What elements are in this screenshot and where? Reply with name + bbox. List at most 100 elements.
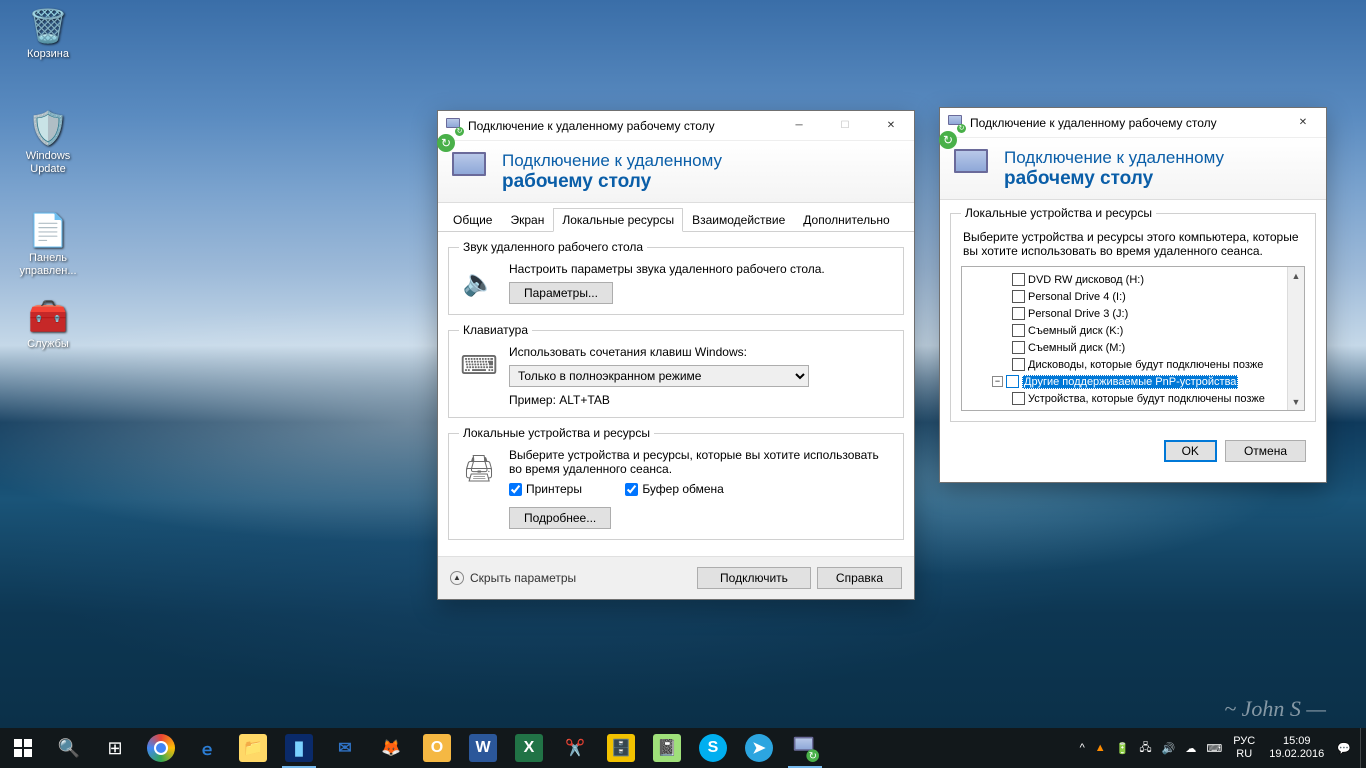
banner-line1: Подключение к удаленному xyxy=(502,151,722,171)
clipboard-label: Буфер обмена xyxy=(642,482,724,496)
tree-item[interactable]: Съемный диск (M:) xyxy=(962,339,1304,356)
group-legend: Локальные устройства и ресурсы xyxy=(459,426,654,440)
search-button[interactable]: 🔍 xyxy=(46,728,92,768)
banner-line2: рабочему столу xyxy=(1004,168,1224,190)
tree-item[interactable]: DVD RW дисковод (H:) xyxy=(962,271,1304,288)
audio-settings-button[interactable]: Параметры... xyxy=(509,282,613,304)
tab-display[interactable]: Экран xyxy=(501,208,553,232)
banner: ↻ Подключение к удаленному рабочему стол… xyxy=(438,141,914,203)
hide-options-link[interactable]: ▲ Скрыть параметры xyxy=(450,571,697,585)
tree-item-selected[interactable]: −Другие поддерживаемые PnP-устройства xyxy=(962,373,1304,390)
connect-button[interactable]: Подключить xyxy=(697,567,811,589)
group-legend: Звук удаленного рабочего стола xyxy=(459,240,647,254)
wallpaper-signature: ~ John S — xyxy=(1224,696,1326,722)
tray-overflow-button[interactable]: ^ xyxy=(1075,728,1090,768)
desktop-icon-label: Панель управлен... xyxy=(10,252,86,277)
chevron-up-icon: ▲ xyxy=(450,571,464,585)
tabs: Общие Экран Локальные ресурсы Взаимодейс… xyxy=(438,203,914,232)
tray-keyboard-icon[interactable]: ⌨ xyxy=(1201,728,1227,768)
banner: ↻ Подключение к удаленному рабочему стол… xyxy=(940,138,1326,200)
tree-item[interactable]: Устройства, которые будут подключены поз… xyxy=(962,390,1304,407)
taskbar-app-sqlserver[interactable]: 🗄️ xyxy=(598,728,644,768)
tree-item[interactable]: Дисководы, которые будут подключены позж… xyxy=(962,356,1304,373)
rdp-devices-window: ↻ Подключение к удаленному рабочему стол… xyxy=(939,107,1327,483)
device-tree[interactable]: DVD RW дисковод (H:) Personal Drive 4 (I… xyxy=(961,266,1305,411)
desktop-icon-recycle-bin[interactable]: 🗑️ Корзина xyxy=(10,6,86,61)
remote-audio-desc: Настроить параметры звука удаленного раб… xyxy=(509,262,893,276)
taskbar-app-word[interactable]: W xyxy=(460,728,506,768)
devices-icon: 🖨 xyxy=(459,448,499,488)
taskbar-app-far[interactable]: ▮ xyxy=(276,728,322,768)
localres-desc: Выберите устройства и ресурсы, которые в… xyxy=(509,448,893,476)
group-local-resources: Локальные устройства и ресурсы 🖨 Выберит… xyxy=(448,426,904,540)
taskbar-app-ie[interactable]: ｅ xyxy=(184,728,230,768)
tree-item[interactable]: Personal Drive 3 (J:) xyxy=(962,305,1304,322)
tray-volume-icon[interactable]: 🔊 xyxy=(1157,728,1181,768)
tray-vlc-icon[interactable]: ▲ xyxy=(1090,728,1111,768)
scroll-track[interactable] xyxy=(1288,284,1304,393)
taskbar-app-skype[interactable]: S xyxy=(690,728,736,768)
tree-item[interactable]: Съемный диск (K:) xyxy=(962,322,1304,339)
titlebar[interactable]: ↻ Подключение к удаленному рабочему стол… xyxy=(438,111,914,141)
rdp-banner-icon: ↻ xyxy=(452,152,492,192)
keyboard-combo-select[interactable]: Только в полноэкранном режиме xyxy=(509,365,809,387)
desktop-icon-control-panel[interactable]: 📄 Панель управлен... xyxy=(10,210,86,277)
tab-experience[interactable]: Взаимодействие xyxy=(683,208,794,232)
printers-checkbox-input[interactable] xyxy=(509,483,522,496)
control-panel-icon: 📄 xyxy=(28,210,68,250)
scroll-down-icon[interactable]: ▼ xyxy=(1288,393,1304,410)
collapse-icon[interactable]: − xyxy=(992,376,1003,387)
desktop-icon-windows-update[interactable]: 🛡️ Windows Update xyxy=(10,108,86,175)
close-button[interactable]: ✕ xyxy=(1280,108,1326,138)
keyboard-example: Пример: ALT+TAB xyxy=(509,393,893,407)
hide-options-label: Скрыть параметры xyxy=(470,571,576,585)
desktop-icon-label: Службы xyxy=(10,338,86,351)
taskbar-app-explorer[interactable]: 📁 xyxy=(230,728,276,768)
printers-checkbox[interactable]: Принтеры xyxy=(509,482,582,496)
keyboard-icon: ⌨ xyxy=(459,345,499,385)
task-view-button[interactable]: ⊞ xyxy=(92,728,138,768)
taskbar-app-rdp[interactable]: ↻ xyxy=(782,728,828,768)
services-icon: 🧰 xyxy=(28,296,68,336)
tray-clock[interactable]: 15:0919.02.2016 xyxy=(1261,735,1332,761)
group-keyboard: Клавиатура ⌨ Использовать сочетания клав… xyxy=(448,323,904,418)
ok-button[interactable]: OK xyxy=(1164,440,1217,462)
scrollbar[interactable]: ▲ ▼ xyxy=(1287,267,1304,410)
tray-language[interactable]: РУСRU xyxy=(1227,735,1261,761)
taskbar: 🔍 ⊞ ｅ 📁 ▮ ✉︎ 🦊 O W X ✂️ 🗄️ 📓 S ➤ ↻ ^ ▲ 🔋… xyxy=(0,728,1366,768)
rdp-app-icon: ↻ xyxy=(446,118,462,134)
desktop-icon-services[interactable]: 🧰 Службы xyxy=(10,296,86,351)
tray-battery-icon[interactable]: 🔋 xyxy=(1111,728,1135,768)
cancel-button[interactable]: Отмена xyxy=(1225,440,1306,462)
footer: ▲ Скрыть параметры Подключить Справка xyxy=(438,556,914,599)
more-button[interactable]: Подробнее... xyxy=(509,507,611,529)
taskbar-app-notepadpp[interactable]: 📓 xyxy=(644,728,690,768)
tree-item[interactable]: Personal Drive 4 (I:) xyxy=(962,288,1304,305)
tab-advanced[interactable]: Дополнительно xyxy=(794,208,898,232)
desktop-icon-label: Корзина xyxy=(10,48,86,61)
scroll-up-icon[interactable]: ▲ xyxy=(1288,267,1304,284)
taskbar-app-thunderbird[interactable]: ✉︎ xyxy=(322,728,368,768)
show-desktop-button[interactable] xyxy=(1360,728,1366,768)
tray-notifications-icon[interactable]: 💬 xyxy=(1332,728,1356,768)
clipboard-checkbox[interactable]: Буфер обмена xyxy=(625,482,724,496)
rdp-banner-icon: ↻ xyxy=(954,149,994,189)
taskbar-app-snipping[interactable]: ✂️ xyxy=(552,728,598,768)
close-button[interactable]: ✕ xyxy=(868,111,914,141)
group-remote-audio: Звук удаленного рабочего стола 🔈 Настрои… xyxy=(448,240,904,315)
taskbar-app-excel[interactable]: X xyxy=(506,728,552,768)
start-button[interactable] xyxy=(0,728,46,768)
taskbar-app-gimp[interactable]: 🦊 xyxy=(368,728,414,768)
taskbar-app-chrome[interactable] xyxy=(138,728,184,768)
group-legend: Клавиатура xyxy=(459,323,532,337)
help-button[interactable]: Справка xyxy=(817,567,902,589)
tray-network-icon[interactable]: 🖧 xyxy=(1134,728,1156,768)
taskbar-app-outlook[interactable]: O xyxy=(414,728,460,768)
titlebar[interactable]: ↻ Подключение к удаленному рабочему стол… xyxy=(940,108,1326,138)
tray-onedrive-icon[interactable]: ☁ xyxy=(1180,728,1201,768)
tab-local-resources[interactable]: Локальные ресурсы xyxy=(553,208,683,232)
taskbar-app-telegram[interactable]: ➤ xyxy=(736,728,782,768)
tab-general[interactable]: Общие xyxy=(444,208,501,232)
clipboard-checkbox-input[interactable] xyxy=(625,483,638,496)
minimize-button[interactable]: ─ xyxy=(776,111,822,141)
